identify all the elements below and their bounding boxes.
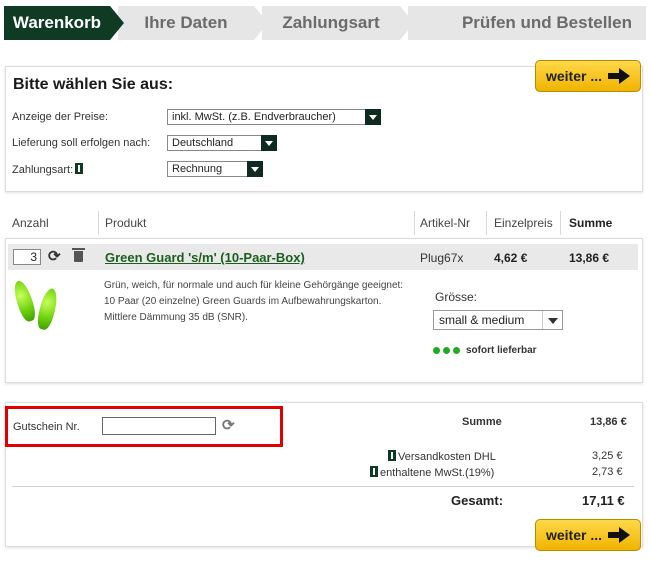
total-value: 17,11 € <box>582 493 625 508</box>
payment-select[interactable]: Rechnung <box>167 161 263 177</box>
info-icon[interactable] <box>370 466 378 477</box>
size-select[interactable]: small & medium <box>433 310 563 330</box>
product-description: Grün, weich, für normale und auch für kl… <box>104 278 419 326</box>
description-line: 10 Paar (20 einzelne) Green Guards im Au… <box>104 296 382 307</box>
step-zahlungsart[interactable]: Zahlungsart <box>262 6 414 40</box>
refresh-icon[interactable]: ⟳ <box>48 249 61 264</box>
unit-price: 4,62 € <box>494 251 528 265</box>
size-label: Grösse: <box>435 290 478 304</box>
article-number: Plug67x <box>420 251 464 265</box>
step-label: Prüfen und Bestellen <box>461 13 632 32</box>
column-divider <box>560 211 561 235</box>
weiter-button-bottom[interactable]: weiter ... <box>535 519 641 551</box>
checkout-steps: Warenkorb Ihre Daten Zahlungsart Prüfen … <box>4 6 646 40</box>
options-heading: Bitte wählen Sie aus: <box>13 76 174 93</box>
vat-row: enthaltene MwSt.(19%) <box>370 466 494 479</box>
quantity-input[interactable]: 3 <box>13 249 41 265</box>
dropdown-arrow-icon <box>247 161 263 177</box>
vat-label: enthaltene MwSt.(19%) <box>380 467 495 479</box>
col-header-summe: Summe <box>569 216 613 230</box>
status-dot-icon <box>443 347 450 354</box>
status-dot-icon <box>453 347 460 354</box>
info-icon[interactable] <box>388 450 396 461</box>
info-icon[interactable] <box>75 163 84 174</box>
shipping-row: Versandkosten DHL <box>388 450 496 463</box>
column-divider <box>414 211 415 235</box>
table-row <box>8 244 638 270</box>
delivery-label: Lieferung soll erfolgen nach: <box>12 137 151 149</box>
product-name-link[interactable]: Green Guard 's/m' (10-Paar-Box) <box>105 250 305 265</box>
vat-value: 2,73 € <box>592 466 623 478</box>
col-header-einzelpreis: Einzelpreis <box>494 216 553 230</box>
price-display-value: inkl. MwSt. (z.B. Endverbraucher) <box>172 111 336 123</box>
step-ihre-daten[interactable]: Ihre Daten <box>118 6 268 40</box>
availability-text: sofort lieferbar <box>466 345 537 356</box>
description-line: Grün, weich, für normale und auch für kl… <box>104 280 404 291</box>
total-label: Gesamt: <box>451 493 504 508</box>
dropdown-arrow-icon <box>261 135 277 151</box>
description-line: Mittlere Dämmung 35 dB (SNR). <box>104 312 248 323</box>
arrow-right-icon <box>608 68 631 84</box>
step-label: Ihre Daten <box>144 13 228 32</box>
delivery-value: Deutschland <box>172 137 234 149</box>
weiter-label: weiter ... <box>545 527 603 543</box>
column-divider <box>98 211 99 235</box>
col-header-produkt: Produkt <box>105 216 147 230</box>
delivery-select[interactable]: Deutschland <box>167 135 277 151</box>
col-header-anzahl: Anzahl <box>12 216 49 230</box>
price-display-select[interactable]: inkl. MwSt. (z.B. Endverbraucher) <box>167 109 381 125</box>
voucher-input[interactable] <box>102 417 216 435</box>
voucher-label: Gutschein Nr. <box>13 421 80 433</box>
step-pruefen[interactable]: Prüfen und Bestellen <box>408 6 646 40</box>
payment-label: Zahlungsart: <box>12 163 84 176</box>
summe-value: 13,86 € <box>590 416 627 428</box>
arrow-right-icon <box>608 527 631 543</box>
divider <box>12 486 634 487</box>
size-value: small & medium <box>439 313 525 327</box>
refresh-icon[interactable]: ⟳ <box>222 418 235 433</box>
step-label: Zahlungsart <box>282 13 380 32</box>
status-dot-icon <box>433 347 440 354</box>
weiter-label: weiter ... <box>545 68 603 84</box>
availability-status: sofort lieferbar <box>433 345 537 356</box>
shipping-label: Versandkosten DHL <box>398 451 496 463</box>
step-label: Warenkorb <box>12 13 102 32</box>
chevron-down-icon <box>542 311 562 329</box>
step-warenkorb[interactable]: Warenkorb <box>4 6 124 40</box>
dropdown-arrow-icon <box>365 109 381 125</box>
shipping-value: 3,25 € <box>592 450 623 462</box>
summe-label: Summe <box>462 416 502 428</box>
col-header-artikel: Artikel-Nr <box>420 216 470 230</box>
trash-icon[interactable] <box>72 248 85 262</box>
price-display-label: Anzeige der Preise: <box>12 111 108 123</box>
payment-label-text: Zahlungsart: <box>12 164 74 176</box>
payment-value: Rechnung <box>172 163 223 175</box>
weiter-button-top[interactable]: weiter ... <box>535 60 641 92</box>
item-total: 13,86 € <box>569 251 610 265</box>
column-divider <box>486 211 487 235</box>
